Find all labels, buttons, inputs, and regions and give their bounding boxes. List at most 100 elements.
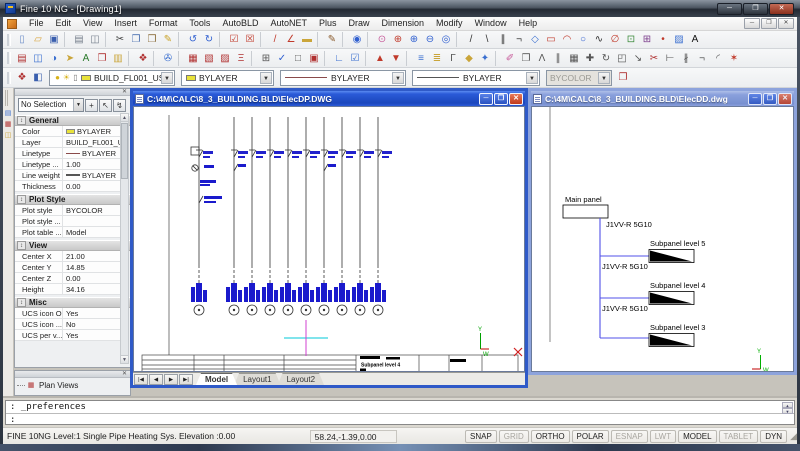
- grid-window-icon[interactable]: ⊞: [258, 51, 274, 66]
- redo-icon[interactable]: ↻: [201, 32, 217, 47]
- section-view[interactable]: ↕ View: [15, 240, 130, 251]
- layer-combo[interactable]: ●☀▯ BUILD_FL001_US ▼: [49, 70, 175, 86]
- pan-icon[interactable]: ◉: [349, 32, 365, 47]
- tab-nav-button[interactable]: ▶|: [179, 374, 193, 385]
- command-box[interactable]: : _preferences : ▲ ▼: [5, 400, 795, 425]
- section-general[interactable]: ↕ General: [15, 115, 130, 126]
- Draw[interactable]: Draw: [343, 17, 376, 30]
- section-plot-style[interactable]: ↕ Plot Style: [15, 194, 130, 205]
- AutoBLD[interactable]: AutoBLD: [216, 17, 264, 30]
- grid-toggle[interactable]: GRID: [499, 430, 529, 443]
- array-icon[interactable]: ▦: [566, 51, 582, 66]
- trim-icon[interactable]: ✂: [646, 51, 662, 66]
- node-icon[interactable]: ✦: [477, 51, 493, 66]
- net-schedule-icon[interactable]: Ξ: [233, 51, 249, 66]
- ruler-icon[interactable]: ▬: [299, 32, 315, 47]
- mdi-minimize-button[interactable]: ─: [744, 18, 760, 29]
- pencil-icon[interactable]: ✎: [324, 32, 340, 47]
- net-grid-icon[interactable]: ▦: [185, 51, 201, 66]
- Layout2[interactable]: Layout2: [278, 373, 324, 385]
- paste-icon[interactable]: ❒: [144, 32, 160, 47]
- valve-icon[interactable]: ◆: [461, 51, 477, 66]
- collapse-icon[interactable]: ↕: [17, 195, 26, 204]
- property-row[interactable]: Linetype ... 1.00: [15, 159, 120, 170]
- point-icon[interactable]: •: [655, 32, 671, 47]
- new-icon[interactable]: ▯: [14, 32, 30, 47]
- measure-angle-icon[interactable]: ∠: [283, 32, 299, 47]
- Edit[interactable]: Edit: [50, 17, 78, 30]
- command-input-line[interactable]: :: [6, 414, 794, 426]
- properties-palette-icon[interactable]: ▤: [3, 108, 13, 119]
- undo-icon[interactable]: ↺: [185, 32, 201, 47]
- scroll-thumb[interactable]: [121, 123, 128, 179]
- text-icon[interactable]: A: [687, 32, 703, 47]
- Model[interactable]: Model: [196, 373, 237, 385]
- Modify[interactable]: Modify: [430, 17, 469, 30]
- layers-stack-icon[interactable]: ≣: [429, 51, 445, 66]
- chevron-down-icon[interactable]: ▼: [392, 72, 404, 84]
- palette-close-icon[interactable]: ✕: [120, 89, 129, 96]
- explode-icon[interactable]: ✶: [726, 51, 742, 66]
- zoom-in-icon[interactable]: ⊕: [406, 32, 422, 47]
- layer-manager-icon[interactable]: ❖: [14, 70, 30, 85]
- snap-toggle[interactable]: SNAP: [465, 430, 497, 443]
- property-row[interactable]: Height 34.16: [15, 284, 120, 295]
- child-maximize-button[interactable]: ❐: [763, 93, 777, 105]
- plan-views-item[interactable]: ▦ Plan Views: [15, 378, 130, 392]
- title-bar[interactable]: Fine 10 NG - [Drawing1] ─ ❐ ✕: [0, 0, 800, 17]
- resize-grip[interactable]: ◢: [790, 431, 797, 442]
- scroll-up-icon[interactable]: ▲: [121, 114, 128, 122]
- level-down-icon[interactable]: ▼: [388, 51, 404, 66]
- toolbar-grip[interactable]: [7, 34, 11, 46]
- selection-combo[interactable]: No Selection ▼: [18, 98, 84, 112]
- coordinates-readout[interactable]: 58.24,-1.39,0.00: [310, 430, 397, 443]
- bld-settings-icon[interactable]: ✇: [160, 51, 176, 66]
- bld-3d-model-icon[interactable]: ❖: [135, 51, 151, 66]
- net-panel-icon[interactable]: ▧: [201, 51, 217, 66]
- child-close-button[interactable]: ✕: [778, 93, 792, 105]
- AutoNET[interactable]: AutoNET: [264, 17, 313, 30]
- tab-nav-button[interactable]: |◀: [134, 374, 148, 385]
- spline-icon[interactable]: ∿: [591, 32, 607, 47]
- property-row[interactable]: Plot style BYCOLOR: [15, 205, 120, 216]
- corner-icon[interactable]: ∟: [331, 51, 347, 66]
- polar-toggle[interactable]: POLAR: [572, 430, 609, 443]
- collapse-icon[interactable]: ↕: [17, 298, 26, 307]
- polygon-icon[interactable]: ◇: [527, 32, 543, 47]
- chevron-down-icon[interactable]: ▼: [526, 72, 538, 84]
- print-preview-icon[interactable]: ◫: [87, 32, 103, 47]
- Plus[interactable]: Plus: [313, 17, 343, 30]
- esnap-toggle[interactable]: ESNAP: [611, 430, 648, 443]
- chevron-down-icon[interactable]: ▼: [73, 99, 83, 111]
- File[interactable]: File: [23, 17, 50, 30]
- child-title-bar[interactable]: C:\4M\CALC\8_3_BUILDING.BLD\ElecDD.dwg ─…: [531, 91, 794, 106]
- property-row[interactable]: Layer BUILD_FL001_US: [15, 137, 120, 148]
- blank-box-icon[interactable]: □: [290, 51, 306, 66]
- make-block-icon[interactable]: ⊞: [639, 32, 655, 47]
- View[interactable]: View: [77, 17, 108, 30]
- rotate-icon[interactable]: ↻: [598, 51, 614, 66]
- chevron-down-icon[interactable]: ▼: [161, 72, 173, 84]
- child-maximize-button[interactable]: ❐: [494, 93, 508, 105]
- net-circuit-icon[interactable]: ▨: [217, 51, 233, 66]
- property-row[interactable]: Center Z 0.00: [15, 273, 120, 284]
- zoom-window-icon[interactable]: ⊙: [374, 32, 390, 47]
- bld-sheet-icon[interactable]: ▥: [110, 51, 126, 66]
- chamfer-icon[interactable]: ¬: [694, 51, 710, 66]
- save-icon[interactable]: ▣: [46, 32, 62, 47]
- hatch-icon[interactable]: ▨: [671, 32, 687, 47]
- Dimension[interactable]: Dimension: [376, 17, 431, 30]
- Tools[interactable]: Tools: [183, 17, 216, 30]
- construction-line-icon[interactable]: \: [479, 32, 495, 47]
- offset-icon[interactable]: ∥: [550, 51, 566, 66]
- mdi-restore-button[interactable]: ❐: [761, 18, 777, 29]
- rectangle-icon[interactable]: ▭: [543, 32, 559, 47]
- property-row[interactable]: Plot table ... Model: [15, 227, 120, 238]
- dock-grip[interactable]: [5, 90, 11, 106]
- bld-select-icon[interactable]: ➤: [62, 51, 78, 66]
- Insert[interactable]: Insert: [108, 17, 143, 30]
- ellipse-icon[interactable]: ∅: [607, 32, 623, 47]
- property-row[interactable]: Center Y 14.85: [15, 262, 120, 273]
- drawing-canvas-elecdp[interactable]: Subpanel level 4 Y W: [133, 106, 525, 372]
- color-combo[interactable]: BYLAYER ▼: [181, 70, 274, 86]
